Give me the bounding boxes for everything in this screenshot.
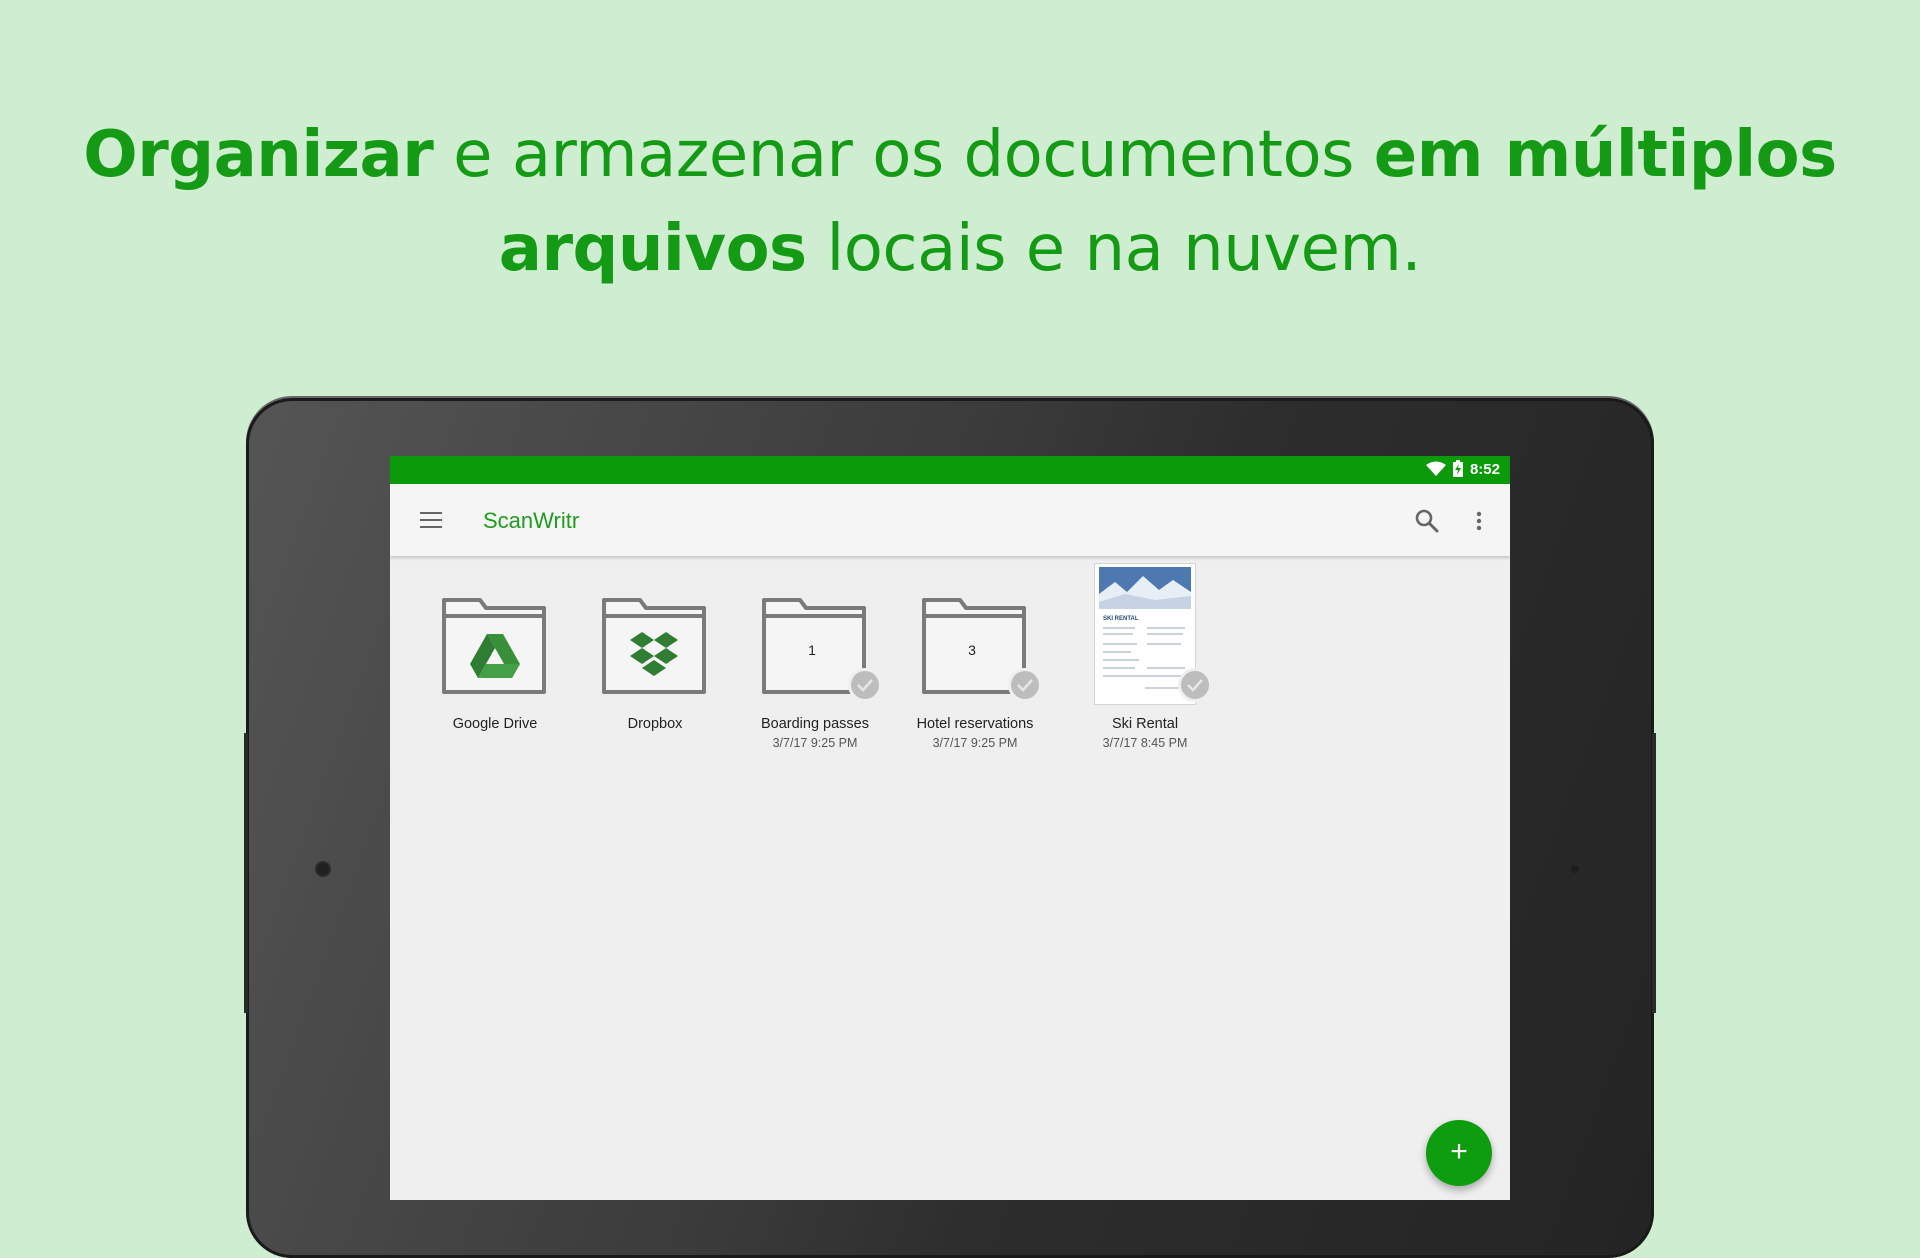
google-drive-folder-icon	[442, 598, 546, 694]
app-bar: ScanWritr	[390, 484, 1510, 556]
hotel-reservations-item[interactable]: 3 Hotel reservations 3/7/17 9:25 PM	[900, 556, 1050, 750]
item-name: Ski Rental	[1111, 716, 1179, 732]
headline-regular-1: e armazenar os documentos	[433, 118, 1374, 192]
folder-count: 3	[968, 642, 976, 658]
headline-bold-2: em múltiplos	[1373, 118, 1837, 192]
app-title: ScanWritr	[483, 508, 580, 533]
headline: Organizar e armazenar os documentos em m…	[0, 108, 1920, 296]
boarding-passes-item[interactable]: 1 Boarding passes 3/7/17 9:25 PM	[740, 556, 890, 750]
add-button[interactable]: +	[1426, 1120, 1492, 1186]
status-indicators: 8:52	[1425, 460, 1500, 478]
sensor	[1571, 865, 1579, 873]
ski-rental-item[interactable]: SKI RENTAL Ski Rental 3/7/17 8:45 PM	[1060, 556, 1212, 750]
google-drive-item[interactable]: Google Drive	[420, 556, 570, 746]
battery-charging-icon	[1452, 460, 1463, 477]
sync-check-icon	[848, 668, 882, 702]
side-button-right	[1652, 733, 1656, 1013]
headline-line-1: Organizar e armazenar os documentos em m…	[0, 108, 1920, 202]
status-time: 8:52	[1469, 460, 1500, 478]
side-button-left	[244, 733, 248, 1013]
item-date: 3/7/17 9:25 PM	[932, 736, 1018, 750]
more-vert-icon[interactable]	[1474, 508, 1484, 534]
status-bar: 8:52	[390, 456, 1510, 484]
menu-icon[interactable]	[420, 512, 442, 528]
tablet-screen: 8:52 ScanWritr Google Drive Dropbox 1 Bo…	[390, 456, 1510, 1200]
headline-bold-3: arquivos	[498, 212, 807, 286]
sync-check-icon	[1008, 668, 1042, 702]
headline-bold-1: Organizar	[83, 118, 434, 192]
folder-count: 1	[808, 642, 816, 658]
svg-text:SKI RENTAL: SKI RENTAL	[1103, 616, 1139, 622]
headline-line-2: arquivos locais e na nuvem.	[0, 202, 1920, 296]
headline-regular-2: locais e na nuvem.	[806, 212, 1422, 286]
wifi-icon	[1425, 461, 1446, 476]
file-grid: Google Drive Dropbox 1 Boarding passes 3…	[390, 556, 1510, 1156]
search-icon[interactable]	[1414, 508, 1440, 534]
front-camera	[317, 863, 329, 875]
item-date: 3/7/17 8:45 PM	[1102, 736, 1188, 750]
item-name: Hotel reservations	[916, 716, 1034, 732]
sync-check-icon	[1178, 668, 1212, 702]
dropbox-folder-icon	[602, 598, 706, 694]
dropbox-item[interactable]: Dropbox	[580, 556, 730, 746]
